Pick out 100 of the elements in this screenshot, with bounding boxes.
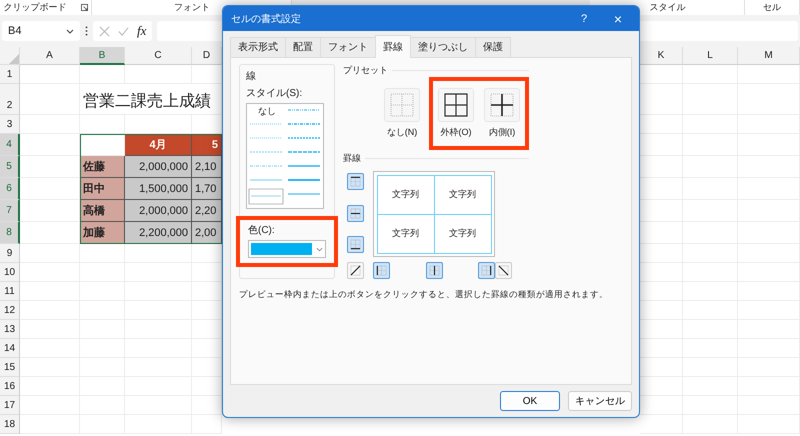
table-cell: 2,000,000: [125, 156, 192, 178]
sheet-cell[interactable]: [20, 200, 80, 222]
row-header[interactable]: 13: [0, 320, 20, 339]
sheet-cell[interactable]: [20, 320, 80, 339]
tab[interactable]: 塗りつぶし: [410, 37, 476, 57]
column-header[interactable]: K: [640, 47, 683, 65]
name-box[interactable]: B4: [2, 21, 80, 41]
row-header[interactable]: 2: [0, 84, 20, 115]
table-cell: 2,000,000: [125, 200, 192, 222]
tab[interactable]: 配置: [285, 37, 321, 57]
style-label: スタイル(S):: [246, 87, 304, 100]
help-button[interactable]: ?: [567, 12, 601, 24]
sheet-cell[interactable]: [20, 358, 80, 377]
preview-text: 文字列: [434, 214, 492, 254]
close-button[interactable]: ×: [601, 10, 635, 26]
column-header[interactable]: C: [125, 47, 192, 65]
border-button[interactable]: [478, 262, 495, 279]
border-button[interactable]: [426, 262, 442, 279]
sheet-cell[interactable]: [80, 244, 125, 263]
sheet-cell[interactable]: [20, 178, 80, 200]
row-header[interactable]: 15: [0, 358, 20, 377]
cancel-button[interactable]: キャンセル: [568, 391, 632, 411]
sheet-cell[interactable]: [20, 134, 80, 156]
line-style-list[interactable]: なし: [246, 103, 324, 209]
table-cell: 1,70: [192, 178, 222, 200]
preview-text: 文字列: [376, 174, 434, 214]
sheet-cell[interactable]: [20, 65, 80, 84]
border-icon: [350, 239, 361, 250]
column-header[interactable]: M: [738, 47, 800, 65]
preset-button[interactable]: [484, 88, 520, 122]
tab[interactable]: 保護: [475, 37, 511, 57]
border-button[interactable]: [347, 173, 364, 190]
dialog-launcher-icon[interactable]: [80, 4, 88, 11]
table-cell: 佐藤: [80, 156, 125, 178]
sheet-cell[interactable]: [20, 84, 80, 115]
table-cell: 2,200,000: [125, 222, 192, 244]
sheet-cell[interactable]: [683, 65, 738, 84]
tab[interactable]: 罫線: [375, 35, 411, 58]
select-all-button[interactable]: [0, 47, 20, 65]
color-dropdown[interactable]: [248, 240, 326, 258]
sheet-cell[interactable]: [640, 415, 683, 434]
sheet-cell[interactable]: [20, 156, 80, 178]
row-header[interactable]: 9: [0, 244, 20, 263]
sheet-cell[interactable]: [20, 222, 80, 244]
border-preview[interactable]: 文字列 文字列 文字列 文字列: [373, 171, 495, 257]
sheet-cell[interactable]: [20, 377, 80, 396]
row-header[interactable]: 18: [0, 415, 20, 434]
ribbon-group-label: スタイル: [649, 1, 686, 14]
sheet-cell[interactable]: [125, 115, 192, 134]
preview-text: 文字列: [376, 214, 434, 254]
row-header[interactable]: 11: [0, 282, 20, 301]
column-header[interactable]: D: [192, 47, 222, 65]
border-button[interactable]: [347, 236, 364, 253]
sheet-cell[interactable]: [738, 65, 800, 84]
sheet-cell[interactable]: [80, 115, 125, 134]
ok-button[interactable]: OK: [500, 391, 560, 411]
insert-function-button[interactable]: fx: [137, 23, 146, 39]
row-header[interactable]: 7: [0, 200, 20, 222]
row-header[interactable]: 8: [0, 222, 20, 244]
more-icon[interactable]: [85, 26, 88, 36]
sheet-cell[interactable]: [20, 415, 80, 434]
none-style-option[interactable]: なし: [248, 104, 286, 118]
row-header[interactable]: 14: [0, 339, 20, 358]
column-header[interactable]: B: [80, 47, 125, 65]
sheet-cell[interactable]: [20, 263, 80, 282]
row-header[interactable]: 10: [0, 263, 20, 282]
table-cell: 4月: [125, 134, 192, 156]
preset-label: 外枠(O): [440, 126, 472, 139]
tab[interactable]: フォント: [320, 37, 376, 57]
row-header[interactable]: 12: [0, 301, 20, 320]
border-button[interactable]: [495, 262, 512, 279]
dialog-title: セルの書式設定: [231, 12, 302, 26]
sheet-cell[interactable]: [20, 115, 80, 134]
row-header[interactable]: 4: [0, 134, 20, 156]
sheet-title: 営業二課売上成績: [83, 92, 211, 112]
check-icon[interactable]: [118, 26, 129, 36]
sheet-cell[interactable]: [20, 282, 80, 301]
sheet-cell[interactable]: [192, 415, 222, 434]
row-header[interactable]: 1: [0, 65, 20, 84]
sheet-cell[interactable]: [125, 244, 192, 263]
row-header[interactable]: 17: [0, 396, 20, 415]
border-button[interactable]: [347, 204, 364, 222]
border-button[interactable]: [373, 262, 390, 279]
tab[interactable]: 表示形式: [230, 37, 286, 57]
sheet-cell[interactable]: [20, 339, 80, 358]
row-header[interactable]: 5: [0, 156, 20, 178]
row-header[interactable]: 16: [0, 377, 20, 396]
sheet-cell[interactable]: [80, 65, 125, 84]
group-label: 線: [246, 70, 257, 83]
sheet-cell[interactable]: [20, 244, 80, 263]
column-header[interactable]: L: [683, 47, 738, 65]
border-button[interactable]: [347, 262, 364, 279]
sheet-cell[interactable]: [20, 396, 80, 415]
cancel-icon[interactable]: [99, 26, 110, 36]
column-header[interactable]: A: [20, 47, 80, 65]
preset-button[interactable]: [438, 88, 474, 122]
sheet-cell[interactable]: [20, 301, 80, 320]
sheet-cell[interactable]: [125, 65, 192, 84]
row-header[interactable]: 6: [0, 178, 20, 200]
row-header[interactable]: 3: [0, 115, 20, 134]
